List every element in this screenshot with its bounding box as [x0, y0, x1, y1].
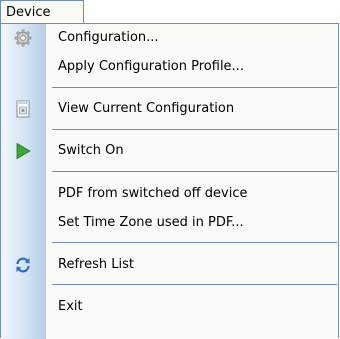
- menu-item-switch-on[interactable]: Switch On: [1, 137, 338, 165]
- menu-item-apply-configuration-profile[interactable]: Apply Configuration Profile...: [1, 53, 338, 81]
- menu-item-label: PDF from switched off device: [58, 186, 248, 201]
- menu-separator: [52, 171, 337, 172]
- device-menu[interactable]: Device: [0, 0, 84, 24]
- play-icon: [14, 142, 32, 160]
- device-dropdown-menu: Configuration... Apply Configuration Pro…: [0, 23, 339, 339]
- menu-separator: [52, 87, 337, 88]
- refresh-icon: [14, 256, 32, 274]
- menu-separator: [52, 242, 337, 243]
- menu-separator: [52, 129, 337, 130]
- menu-item-refresh-list[interactable]: Refresh List: [1, 251, 338, 279]
- menu-item-label: Apply Configuration Profile...: [58, 59, 244, 74]
- document-icon: [14, 100, 32, 118]
- menu-item-label: Set Time Zone used in PDF...: [58, 215, 244, 230]
- menu-item-pdf-from-switched-off-device[interactable]: PDF from switched off device: [1, 180, 338, 208]
- menu-item-configuration[interactable]: Configuration...: [1, 24, 338, 52]
- menu-item-label: Configuration...: [58, 30, 159, 45]
- menu-item-exit[interactable]: Exit: [1, 293, 338, 321]
- menu-item-set-time-zone[interactable]: Set Time Zone used in PDF...: [1, 209, 338, 237]
- menu-item-label: Exit: [58, 299, 83, 314]
- menu-bar: Device: [0, 0, 340, 24]
- menu-item-label: Switch On: [58, 143, 124, 158]
- gear-icon: [14, 29, 32, 47]
- menu-item-label: View Current Configuration: [58, 101, 235, 116]
- menu-separator: [52, 284, 337, 285]
- menu-item-label: Refresh List: [58, 257, 134, 272]
- menu-item-view-current-configuration[interactable]: View Current Configuration: [1, 95, 338, 123]
